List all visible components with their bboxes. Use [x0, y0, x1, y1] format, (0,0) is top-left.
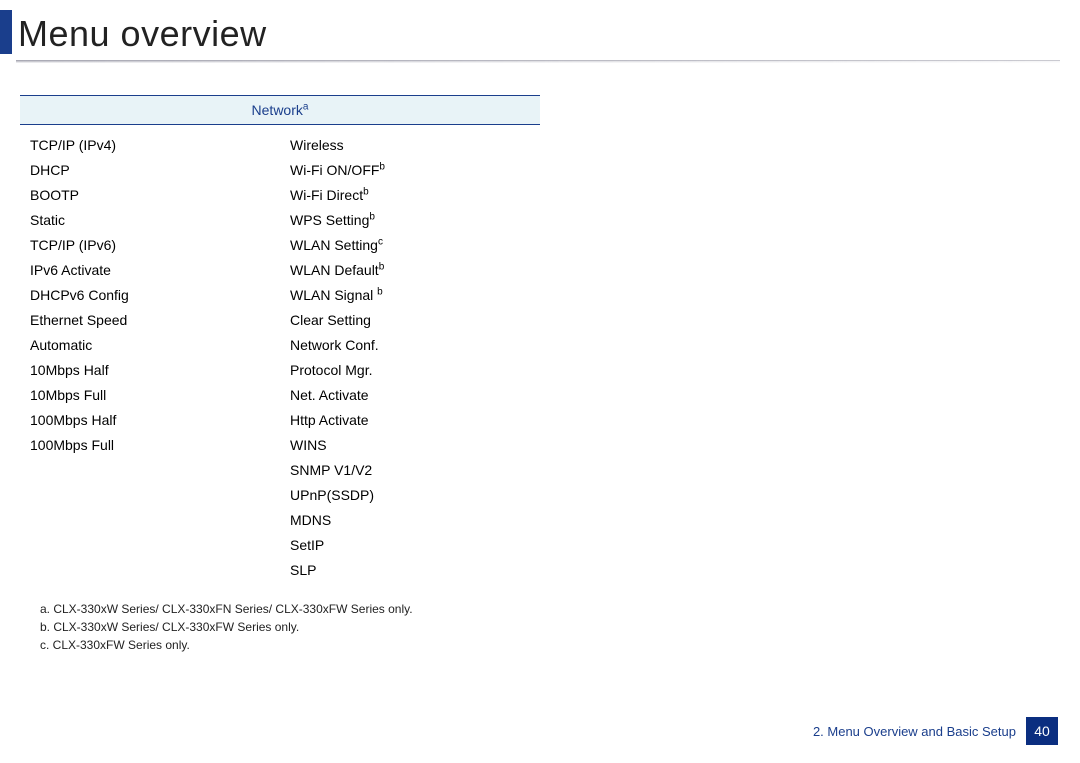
menu-item-label: MDNS [290, 512, 331, 528]
menu-item-label: WINS [290, 437, 327, 453]
title-accent [0, 10, 12, 54]
menu-item-label: Wi-Fi ON/OFF [290, 162, 379, 178]
menu-item: Http Activate [290, 409, 530, 431]
menu-item-label: WLAN Setting [290, 237, 378, 253]
menu-item: WLAN Defaultb [290, 259, 530, 281]
footnote-line: a. CLX-330xW Series/ CLX-330xFN Series/ … [40, 600, 540, 618]
table-header-cell: Networka [20, 96, 540, 125]
footnotes: a. CLX-330xW Series/ CLX-330xFN Series/ … [40, 600, 540, 654]
menu-item-label: DHCP [30, 162, 70, 178]
menu-item: SLP [290, 559, 530, 581]
menu-item-label: Wireless [290, 137, 344, 153]
menu-item: DHCP [30, 159, 270, 181]
menu-item-label: 100Mbps Half [30, 412, 116, 428]
menu-item-label: UPnP(SSDP) [290, 487, 374, 503]
menu-item: 100Mbps Full [30, 434, 270, 456]
menu-item-label: 100Mbps Full [30, 437, 114, 453]
menu-item-label: Static [30, 212, 65, 228]
menu-item-label: DHCPv6 Config [30, 287, 129, 303]
menu-item: Wi-Fi Directb [290, 184, 530, 206]
menu-item: Clear Setting [290, 309, 530, 331]
menu-item: SNMP V1/V2 [290, 459, 530, 481]
menu-item-label: Ethernet Speed [30, 312, 127, 328]
menu-item: Static [30, 209, 270, 231]
menu-item: IPv6 Activate [30, 259, 270, 281]
page-footer: 2. Menu Overview and Basic Setup 40 [813, 717, 1058, 745]
menu-item: WLAN Signal b [290, 284, 530, 306]
menu-item-label: Clear Setting [290, 312, 371, 328]
menu-item-label: WPS Setting [290, 212, 369, 228]
menu-item-label: BOOTP [30, 187, 79, 203]
menu-item: 10Mbps Half [30, 359, 270, 381]
menu-item: DHCPv6 Config [30, 284, 270, 306]
menu-col-right: WirelessWi-Fi ON/OFFbWi-Fi DirectbWPS Se… [280, 125, 540, 591]
menu-item-label: WLAN Signal [290, 287, 377, 303]
footnote-line: c. CLX-330xFW Series only. [40, 636, 540, 654]
menu-item-label: SNMP V1/V2 [290, 462, 372, 478]
menu-item-label: Automatic [30, 337, 92, 353]
menu-item-sup: b [377, 286, 383, 297]
menu-item-label: WLAN Default [290, 262, 379, 278]
menu-item: 10Mbps Full [30, 384, 270, 406]
menu-item: WPS Settingb [290, 209, 530, 231]
menu-item: TCP/IP (IPv4) [30, 134, 270, 156]
menu-item: UPnP(SSDP) [290, 484, 530, 506]
menu-item: Network Conf. [290, 334, 530, 356]
menu-item: Ethernet Speed [30, 309, 270, 331]
menu-item-label: Network Conf. [290, 337, 379, 353]
menu-item: WLAN Settingc [290, 234, 530, 256]
menu-table-wrap: Networka TCP/IP (IPv4)DHCPBOOTPStaticTCP… [20, 95, 540, 654]
menu-item-label: Protocol Mgr. [290, 362, 372, 378]
menu-item: Automatic [30, 334, 270, 356]
menu-item-sup: b [379, 161, 385, 172]
menu-item: Protocol Mgr. [290, 359, 530, 381]
footer-page-number: 40 [1026, 717, 1058, 745]
table-header-label: Network [252, 102, 303, 118]
menu-item-label: TCP/IP (IPv4) [30, 137, 116, 153]
menu-col-left: TCP/IP (IPv4) DHCP BOOTP Static TCP/IP (IPv6… [20, 125, 280, 591]
menu-item-label: 10Mbps Full [30, 387, 106, 403]
menu-item-label: Wi-Fi Direct [290, 187, 363, 203]
menu-item-label: Http Activate [290, 412, 369, 428]
menu-item: 100Mbps Half [30, 409, 270, 431]
menu-item-label: TCP/IP (IPv6) [30, 237, 116, 253]
menu-item-sup: b [379, 261, 385, 272]
menu-item-label: IPv6 Activate [30, 262, 111, 278]
menu-item: MDNS [290, 509, 530, 531]
menu-item-sup: b [369, 211, 375, 222]
menu-item: SetIP [290, 534, 530, 556]
menu-item: Wireless [290, 134, 530, 156]
menu-item: Net. Activate [290, 384, 530, 406]
menu-item-label: 10Mbps Half [30, 362, 109, 378]
page-title: Menu overview [12, 16, 267, 54]
menu-item: Wi-Fi ON/OFFb [290, 159, 530, 181]
menu-item-sup: b [363, 186, 369, 197]
title-rule [16, 60, 1060, 63]
footer-chapter: 2. Menu Overview and Basic Setup [813, 724, 1016, 739]
menu-item-label: Net. Activate [290, 387, 369, 403]
menu-item: BOOTP [30, 184, 270, 206]
footnote-line: b. CLX-330xW Series/ CLX-330xFW Series o… [40, 618, 540, 636]
menu-item: WINS [290, 434, 530, 456]
menu-item-label: SLP [290, 562, 316, 578]
title-bar: Menu overview [0, 0, 1080, 54]
menu-item-label: SetIP [290, 537, 324, 553]
table-header-sup: a [303, 101, 309, 112]
menu-item: TCP/IP (IPv6) [30, 234, 270, 256]
menu-item-sup: c [378, 236, 383, 247]
menu-table: Networka TCP/IP (IPv4)DHCPBOOTPStaticTCP… [20, 95, 540, 590]
